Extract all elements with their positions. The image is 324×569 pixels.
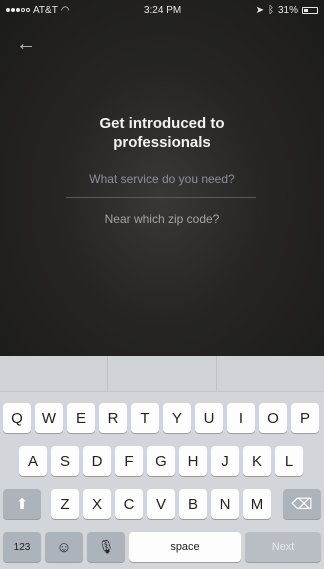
- shift-key[interactable]: ⬆: [3, 489, 41, 519]
- key-d[interactable]: D: [83, 446, 111, 476]
- key-q[interactable]: Q: [3, 403, 31, 433]
- delete-key[interactable]: ⌫: [283, 489, 321, 519]
- space-key[interactable]: space: [129, 532, 241, 562]
- battery-icon: [302, 6, 318, 14]
- time-label: 3:24 PM: [143, 4, 182, 16]
- keyboard-row-3: ⬆ Z X C V B N M ⌫: [0, 489, 324, 519]
- key-u[interactable]: U: [195, 403, 223, 433]
- key-a[interactable]: A: [19, 446, 47, 476]
- key-n[interactable]: N: [211, 489, 239, 519]
- key-k[interactable]: K: [243, 446, 271, 476]
- status-bar: AT&T ◠ 3:24 PM ➤ ᛒ 31%: [0, 0, 324, 20]
- numbers-key[interactable]: 123: [3, 532, 41, 562]
- location-icon: ➤: [255, 4, 264, 16]
- key-f[interactable]: F: [115, 446, 143, 476]
- key-p[interactable]: P: [291, 403, 319, 433]
- key-o[interactable]: O: [259, 403, 287, 433]
- service-input[interactable]: [62, 166, 262, 192]
- emoji-icon: ☺: [56, 538, 72, 556]
- key-t[interactable]: T: [131, 403, 159, 433]
- battery-percent: 31%: [277, 4, 298, 16]
- suggestion-slot[interactable]: [0, 356, 109, 391]
- key-z[interactable]: Z: [51, 489, 79, 519]
- keyboard: Q W E R T Y U I O P A S D F G H J K L ⬆ …: [0, 356, 324, 569]
- zip-code-input[interactable]: [62, 206, 262, 232]
- key-s[interactable]: S: [51, 446, 79, 476]
- key-b[interactable]: B: [179, 489, 207, 519]
- key-i[interactable]: I: [227, 403, 255, 433]
- emoji-key[interactable]: ☺: [45, 532, 83, 562]
- dictation-key[interactable]: 🎙: [87, 532, 125, 562]
- key-v[interactable]: V: [147, 489, 175, 519]
- back-arrow-icon[interactable]: ←: [16, 34, 36, 54]
- suggestion-slot[interactable]: [108, 356, 217, 391]
- status-right: ➤ ᛒ 31%: [256, 5, 318, 16]
- key-j[interactable]: J: [211, 446, 239, 476]
- page-title: Get introduced to professionals: [99, 115, 225, 151]
- key-e[interactable]: E: [67, 403, 95, 433]
- microphone-icon: 🎙: [97, 539, 115, 554]
- shift-icon: ⬆: [15, 496, 29, 513]
- key-w[interactable]: W: [35, 403, 63, 433]
- keyboard-row-1: Q W E R T Y U I O P: [0, 403, 324, 433]
- key-g[interactable]: G: [147, 446, 175, 476]
- key-c[interactable]: C: [115, 489, 143, 519]
- key-l[interactable]: L: [275, 446, 303, 476]
- bluetooth-icon: ᛒ: [267, 4, 274, 16]
- app-screen: AT&T ◠ 3:24 PM ➤ ᛒ 31% ← Get introduced …: [0, 0, 324, 356]
- key-h[interactable]: H: [179, 446, 207, 476]
- wifi-icon: ◠: [60, 4, 70, 16]
- field-divider: [66, 197, 256, 198]
- keyboard-row-2: A S D F G H J K L: [0, 446, 324, 476]
- key-r[interactable]: R: [99, 403, 127, 433]
- key-m[interactable]: M: [243, 489, 271, 519]
- delete-icon: ⌫: [291, 496, 313, 513]
- suggestion-slot[interactable]: [217, 356, 324, 391]
- keyboard-row-4: 123 ☺ 🎙 space Next: [0, 532, 324, 562]
- suggestion-bar: [0, 356, 324, 392]
- signal-icon: [6, 8, 30, 12]
- carrier-label: AT&T: [33, 4, 58, 16]
- status-left: AT&T ◠: [6, 5, 70, 16]
- next-key[interactable]: Next: [245, 532, 321, 562]
- key-x[interactable]: X: [83, 489, 111, 519]
- key-y[interactable]: Y: [163, 403, 191, 433]
